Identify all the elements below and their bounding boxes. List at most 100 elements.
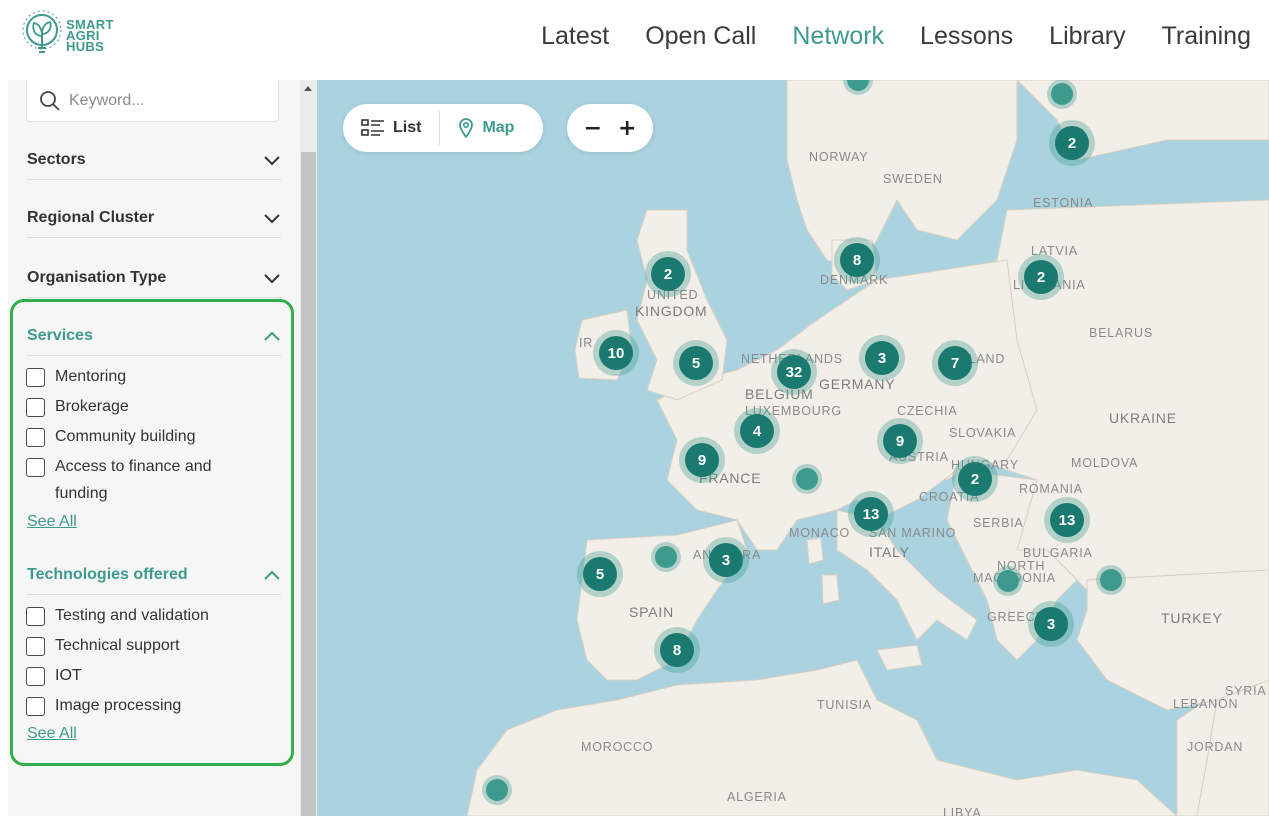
option-label: Testing and validation — [55, 607, 209, 624]
map-label-tunisia: TUNISIA — [817, 698, 872, 712]
service-option-access-to-finance[interactable]: Access to finance and funding — [26, 457, 235, 507]
option-label: IOT — [55, 667, 82, 684]
map-point-marker[interactable] — [1096, 565, 1126, 595]
marker-core — [655, 546, 677, 568]
map-cluster-marker[interactable]: 5 — [673, 340, 719, 386]
map-cluster-marker[interactable]: 7 — [932, 340, 978, 386]
logo-wordmark: SMART AGRI HUBS — [66, 18, 114, 53]
cluster-count: 3 — [865, 341, 899, 375]
scroll-up-arrow-icon[interactable] — [304, 86, 312, 91]
map-point-marker[interactable] — [482, 775, 512, 805]
nav-library[interactable]: Library — [1049, 22, 1125, 51]
search-input[interactable] — [69, 91, 269, 110]
map-label-norway: NORWAY — [809, 150, 869, 164]
service-option-mentoring[interactable]: Mentoring — [26, 367, 235, 390]
chevron-down-icon — [264, 155, 280, 165]
checkbox[interactable] — [26, 428, 45, 447]
tech-option-iot[interactable]: IOT — [26, 666, 235, 689]
map-label-ireland: IR — [579, 336, 594, 350]
nav-training[interactable]: Training — [1162, 22, 1251, 51]
checkbox[interactable] — [26, 458, 45, 477]
zoom-in-button[interactable]: + — [618, 116, 636, 141]
map-cluster-marker[interactable]: 3 — [703, 537, 749, 583]
filter-sidebar: Sectors Regional Cluster Organisation Ty… — [8, 80, 300, 816]
checkbox[interactable] — [26, 637, 45, 656]
cluster-count: 7 — [938, 346, 972, 380]
map-cluster-marker[interactable]: 4 — [734, 408, 780, 454]
option-label: Brokerage — [55, 398, 129, 415]
option-label: Community building — [55, 428, 196, 445]
nav-latest[interactable]: Latest — [541, 22, 609, 51]
map-cluster-marker[interactable]: 32 — [771, 349, 817, 395]
map-cluster-marker[interactable]: 3 — [1028, 601, 1074, 647]
chevron-up-icon — [264, 570, 280, 580]
map-point-marker[interactable] — [993, 566, 1023, 596]
checkbox[interactable] — [26, 368, 45, 387]
filter-services[interactable]: Services — [27, 316, 281, 356]
map-cluster-marker[interactable]: 5 — [577, 551, 623, 597]
map-view-button[interactable]: Map — [439, 111, 532, 145]
map-cluster-marker[interactable]: 8 — [834, 237, 880, 283]
map-label-jordan: JORDAN — [1187, 740, 1244, 754]
map-cluster-marker[interactable]: 10 — [593, 330, 639, 376]
main-nav: Latest Open Call Network Lessons Library… — [505, 22, 1251, 51]
smart-agri-hubs-logo[interactable]: SMART AGRI HUBS — [22, 10, 114, 60]
map-cluster-marker[interactable]: 3 — [859, 335, 905, 381]
map-cluster-marker[interactable]: 9 — [679, 437, 725, 483]
map-label-kingdom: KINGDOM — [635, 303, 708, 319]
map-cluster-marker[interactable]: 2 — [645, 251, 691, 297]
tech-option-image-processing[interactable]: Image processing — [26, 696, 235, 719]
map-cluster-marker[interactable]: 9 — [877, 418, 923, 464]
checkbox[interactable] — [26, 398, 45, 417]
filter-regional-cluster-label: Regional Cluster — [27, 208, 155, 226]
search-icon — [40, 90, 60, 111]
services-see-all-link[interactable]: See All — [27, 513, 77, 531]
nav-lessons[interactable]: Lessons — [920, 22, 1013, 51]
map-label-monaco: MONACO — [789, 526, 851, 540]
map-point-marker[interactable] — [792, 464, 822, 494]
service-option-brokerage[interactable]: Brokerage — [26, 397, 235, 420]
tech-option-testing-validation[interactable]: Testing and validation — [26, 606, 235, 629]
sidebar-scrollbar[interactable] — [300, 80, 317, 816]
scrollbar-thumb[interactable] — [301, 152, 316, 816]
map-label-lebanon: LEBANON — [1173, 697, 1239, 711]
filter-organisation-type[interactable]: Organisation Type — [27, 258, 281, 298]
zoom-out-button[interactable]: − — [584, 116, 602, 141]
marker-core — [796, 468, 818, 490]
filter-technologies-offered[interactable]: Technologies offered — [27, 555, 281, 595]
checkbox[interactable] — [26, 667, 45, 686]
filter-sectors[interactable]: Sectors — [27, 140, 281, 180]
checkbox[interactable] — [26, 697, 45, 716]
map-label-czechia: CZECHIA — [897, 404, 958, 418]
service-option-community-building[interactable]: Community building — [26, 427, 235, 450]
map-label-spain: SPAIN — [629, 604, 674, 620]
checkbox[interactable] — [26, 607, 45, 626]
map-cluster-marker[interactable]: 2 — [952, 456, 998, 502]
list-view-button[interactable]: List — [343, 104, 439, 152]
map-label-syria: SYRIA — [1225, 684, 1267, 698]
filter-regional-cluster[interactable]: Regional Cluster — [27, 198, 281, 238]
list-view-label: List — [393, 119, 422, 136]
marker-core — [1100, 569, 1122, 591]
cluster-count: 2 — [958, 462, 992, 496]
map-label-morocco: MOROCCO — [581, 740, 654, 754]
map-cluster-marker[interactable]: 8 — [654, 627, 700, 673]
map-cluster-marker[interactable]: 2 — [1018, 254, 1064, 300]
map-point-marker[interactable] — [651, 542, 681, 572]
map-cluster-marker[interactable]: 13 — [1044, 497, 1090, 543]
technologies-see-all-link[interactable]: See All — [27, 725, 77, 743]
tech-option-technical-support[interactable]: Technical support — [26, 636, 235, 659]
option-label: Access to finance and funding — [55, 458, 212, 502]
map-cluster-marker[interactable]: 2 — [1049, 120, 1095, 166]
cluster-count: 10 — [599, 336, 633, 370]
map-label-romania: ROMANIA — [1019, 482, 1083, 496]
cluster-count: 2 — [1024, 260, 1058, 294]
sprout-logo-icon — [22, 10, 62, 53]
nav-open-call[interactable]: Open Call — [645, 22, 756, 51]
chevron-down-icon — [264, 273, 280, 283]
map-cluster-marker[interactable]: 13 — [848, 491, 894, 537]
map-view[interactable]: NORWAY SWEDEN ESTONIA LATVIA LITHUANIA D… — [317, 80, 1269, 816]
map-point-marker[interactable] — [1047, 80, 1077, 109]
cluster-count: 3 — [709, 543, 743, 577]
nav-network[interactable]: Network — [792, 22, 884, 51]
